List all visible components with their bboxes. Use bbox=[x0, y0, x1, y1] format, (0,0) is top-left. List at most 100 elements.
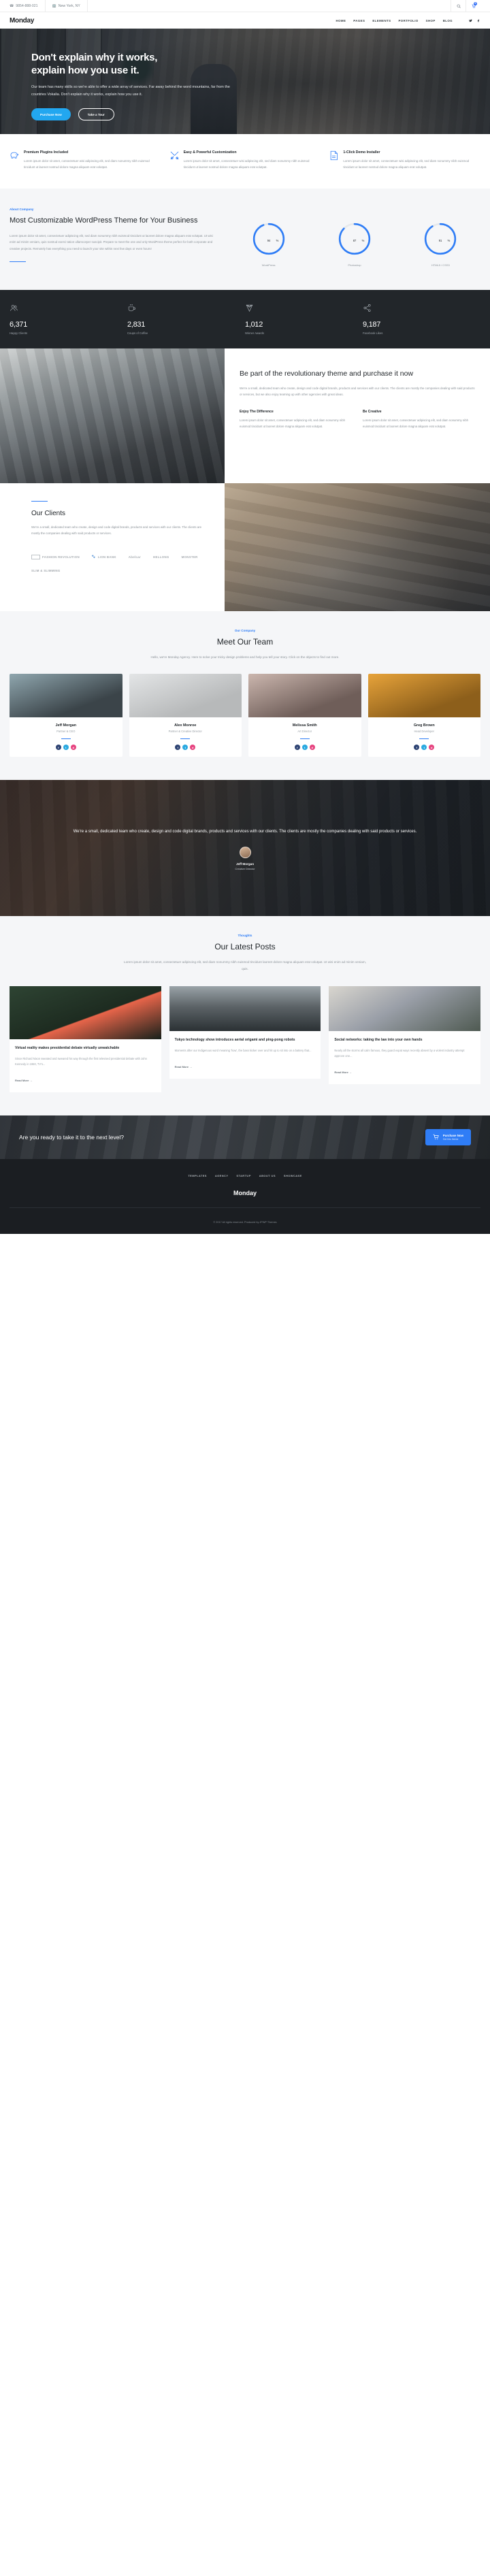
post-title[interactable]: Social networks: taking the law into you… bbox=[334, 1037, 475, 1043]
main-navigation: Monday HOME PAGES ELEMENTS PORTFOLIO SHO… bbox=[0, 12, 490, 29]
footer-link-templates[interactable]: TEMPLATES bbox=[188, 1174, 207, 1177]
search-icon bbox=[457, 4, 461, 8]
avatar bbox=[10, 674, 122, 718]
clients-image bbox=[225, 483, 490, 611]
cart-button[interactable]: 0 bbox=[466, 0, 480, 12]
cta-purchase-button[interactable]: Purchase Now Get this theme bbox=[425, 1128, 471, 1145]
nav-item-shop[interactable]: SHOP bbox=[426, 19, 436, 22]
cta-section: Are you ready to take it to the next lev… bbox=[0, 1115, 490, 1159]
nav-item-home[interactable]: HOME bbox=[336, 19, 346, 22]
nav-item-elements[interactable]: ELEMENTS bbox=[372, 19, 391, 22]
nav-item-blog[interactable]: BLOG bbox=[443, 19, 453, 22]
member-name: Jeff Morgan bbox=[55, 723, 77, 728]
nav-item-portfolio[interactable]: PORTFOLIO bbox=[398, 19, 418, 22]
dribbble-icon[interactable]: d bbox=[429, 745, 435, 751]
client-logo: FASHION REVOLUTION bbox=[31, 554, 80, 559]
hero-section: Don't explain why it works, explain how … bbox=[0, 29, 490, 134]
dribbble-icon[interactable]: d bbox=[70, 745, 76, 751]
revolution-image bbox=[0, 348, 225, 483]
blog-post-card[interactable]: Social networks: taking the law into you… bbox=[329, 985, 481, 1084]
twitter-icon[interactable] bbox=[469, 19, 472, 22]
svg-text:%: % bbox=[448, 239, 451, 242]
twitter-icon[interactable]: t bbox=[182, 745, 189, 751]
topbar-phone[interactable]: ☎ 9854-888-021 bbox=[10, 0, 46, 12]
team-member-card[interactable]: Greg Brown Head Developer f t d bbox=[368, 674, 480, 757]
lion-icon: 🐾 bbox=[91, 555, 96, 559]
twitter-icon[interactable]: t bbox=[63, 745, 69, 751]
search-button[interactable] bbox=[451, 0, 466, 12]
cta-title: Are you ready to take it to the next lev… bbox=[19, 1133, 125, 1141]
client-logo-label: SLIM & SLIMMING bbox=[31, 568, 61, 572]
footer-link-agency[interactable]: AGENCY bbox=[215, 1174, 229, 1177]
client-logo: HELLONG bbox=[153, 555, 169, 559]
member-role: Art Director bbox=[297, 730, 312, 734]
users-icon bbox=[10, 304, 18, 311]
divider bbox=[10, 261, 26, 263]
client-logo-label: LION BANK bbox=[97, 555, 116, 559]
document-icon bbox=[329, 150, 339, 171]
footer-link-showcase[interactable]: SHOWCASE bbox=[284, 1174, 302, 1177]
read-more-link[interactable]: Read More → bbox=[15, 1079, 33, 1082]
twitter-icon[interactable]: t bbox=[421, 745, 427, 751]
skill-value: 91 bbox=[439, 239, 442, 242]
feature-text: Lorem ipsum dolor sit amet, consectetuer… bbox=[24, 159, 150, 169]
feature-card: Premium Plugins Included Lorem ipsum dol… bbox=[10, 150, 161, 171]
blog-eyebrow: Thoughts bbox=[238, 934, 252, 938]
topbar-location[interactable]: 🏢 New York, NY bbox=[52, 0, 88, 12]
blog-post-card[interactable]: Virtual reality makes presidential debat… bbox=[10, 985, 161, 1092]
stat-label: Happy Clients bbox=[10, 331, 28, 335]
feature-text: Lorem ipsum dolor sit amet, consectetuer… bbox=[343, 159, 470, 169]
team-member-card[interactable]: Alex Monroe Partner & Creative Director … bbox=[129, 674, 242, 757]
facebook-icon[interactable]: f bbox=[414, 745, 420, 751]
feature-text: Lorem ipsum dolor sit amet, consectetuer… bbox=[183, 159, 310, 169]
facebook-icon[interactable] bbox=[477, 19, 480, 22]
client-logo-label: Abelcar bbox=[128, 555, 142, 559]
read-more-link[interactable]: Read More → bbox=[175, 1065, 193, 1069]
post-title[interactable]: Tokyo technology show introduces aerial … bbox=[175, 1037, 316, 1043]
facebook-icon[interactable]: f bbox=[175, 745, 181, 751]
nav-item-pages[interactable]: PAGES bbox=[353, 19, 365, 22]
about-title: Most Customizable WordPress Theme for Yo… bbox=[10, 216, 198, 225]
team-member-card[interactable]: Melissa Smith Art Director f t d bbox=[248, 674, 361, 757]
facebook-icon[interactable]: f bbox=[55, 745, 61, 751]
client-logo-label: FASHION REVOLUTION bbox=[42, 555, 80, 559]
facebook-icon[interactable]: f bbox=[294, 745, 300, 751]
about-text: Lorem ipsum dolor sit amet, consectetuer… bbox=[10, 234, 213, 250]
testimonial-quote: We're a small, dedicated team who create… bbox=[73, 830, 417, 834]
purchase-now-button[interactable]: Purchase Now bbox=[31, 108, 71, 121]
piggy-bank-icon bbox=[10, 150, 20, 171]
stat-number: 9,187 bbox=[363, 320, 381, 329]
footer-link-startup[interactable]: STARTUP bbox=[236, 1174, 250, 1177]
revolution-column-text: Lorem ipsum dolor sit amet, consectetuer… bbox=[363, 419, 469, 428]
revolution-column: Enjoy The Difference Lorem ipsum dolor s… bbox=[240, 410, 353, 429]
footer-link-about-us[interactable]: ABOUT US bbox=[259, 1174, 276, 1177]
feature-title: Premium Plugins Included bbox=[24, 150, 69, 154]
skill-chart: 94 % WordPress bbox=[229, 221, 308, 267]
member-role: Head Developer bbox=[414, 730, 435, 734]
twitter-icon[interactable]: t bbox=[301, 745, 308, 751]
team-eyebrow: Our Company bbox=[234, 628, 256, 632]
post-thumbnail bbox=[329, 985, 481, 1031]
footer-links: TEMPLATES AGENCY STARTUP ABOUT US SHOWCA… bbox=[10, 1174, 480, 1177]
stat-label: Coups of Coffee bbox=[127, 331, 148, 335]
footer-logo[interactable]: Monday bbox=[10, 1190, 480, 1196]
blog-post-card[interactable]: Tokyo technology show introduces aerial … bbox=[169, 985, 321, 1079]
member-name: Alex Monroe bbox=[174, 723, 197, 728]
member-role: Partner & CEO bbox=[56, 730, 76, 734]
divider bbox=[180, 738, 191, 740]
testimonial-section: We're a small, dedicated team who create… bbox=[0, 780, 490, 917]
clients-title: Our Clients bbox=[31, 510, 66, 518]
cta-button-label: Purchase Now bbox=[442, 1133, 463, 1137]
site-logo[interactable]: Monday bbox=[10, 17, 34, 25]
take-a-tour-button[interactable]: Take a Tour bbox=[78, 108, 114, 121]
read-more-link[interactable]: Read More → bbox=[334, 1071, 352, 1074]
post-title[interactable]: Virtual reality makes presidential debat… bbox=[15, 1045, 156, 1051]
divider bbox=[31, 500, 48, 502]
top-bar: ☎ 9854-888-021 🏢 New York, NY 0 bbox=[0, 0, 490, 12]
dribbble-icon[interactable]: d bbox=[309, 745, 315, 751]
cta-button-sublabel: Get this theme bbox=[442, 1137, 459, 1141]
team-member-card[interactable]: Jeff Morgan Partner & CEO f t d bbox=[10, 674, 122, 757]
dribbble-icon[interactable]: d bbox=[190, 745, 196, 751]
skill-label: HTML5 / CSS3 bbox=[431, 263, 450, 267]
client-logo-label: MONSTER bbox=[181, 555, 198, 559]
